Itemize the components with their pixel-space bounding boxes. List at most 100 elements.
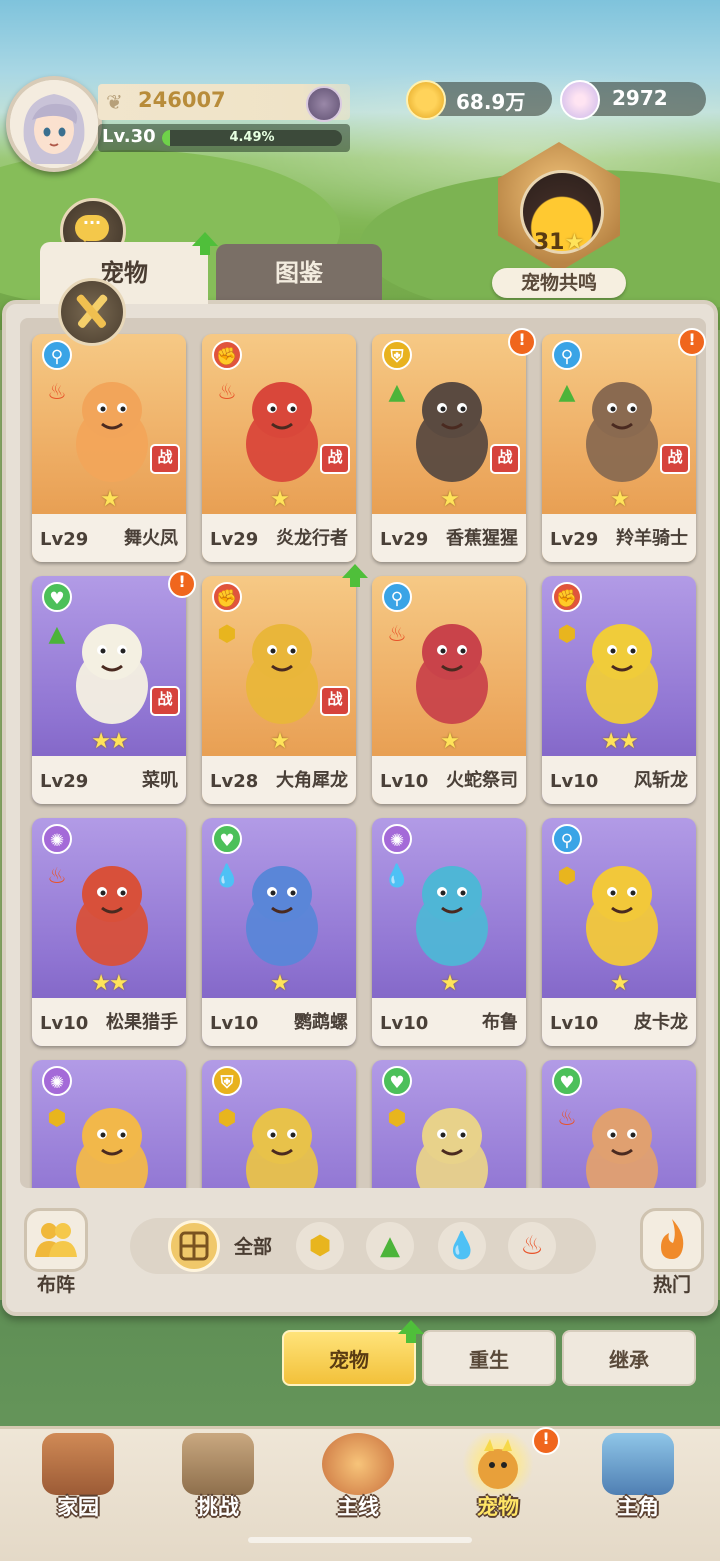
heal-class-icon: ♥ xyxy=(552,1066,582,1096)
pet-card[interactable]: ⚲ ♨ ★ Lv10 火蛇祭司 xyxy=(372,576,526,804)
grid-icon xyxy=(179,1231,209,1261)
pet-portrait xyxy=(402,844,502,970)
pet-card[interactable]: ♥ ▲ ★★ 战 Lv29 菜叽 xyxy=(32,576,186,804)
pet-grid[interactable]: ⚲ ♨ ★ 战 Lv29 舞火凤 ✊ ♨ ★ 战 Lv29 炎龙行者 ⛨ ▲ ★ 战 Lv29 香蕉猩猩! ⚲ ▲ ★ 战… xyxy=(20,318,706,1188)
pet-card[interactable]: ✺ ♨ ★★ Lv10 松果猎手 xyxy=(32,818,186,1046)
player-avatar[interactable] xyxy=(6,76,102,172)
pet-card[interactable]: ⛨ ⬢ xyxy=(202,1060,356,1188)
power-score-bar: ❦ 246007 xyxy=(98,84,350,122)
star-rating: ★ xyxy=(440,971,460,996)
pet-card[interactable]: ✊ ⬢ ★★ Lv10 风斩龙 xyxy=(542,576,696,804)
fire-element-icon: ♨ xyxy=(387,622,407,647)
filter-all-button[interactable] xyxy=(168,1220,220,1272)
pet-name: 炎龙行者 xyxy=(276,528,348,549)
pet-level: Lv10 xyxy=(380,771,429,792)
alert-icon: ! xyxy=(532,1427,560,1455)
water-element-icon: 💧 xyxy=(383,864,411,889)
filter-fire-button[interactable]: ♨ xyxy=(508,1222,556,1270)
team-icon xyxy=(35,1223,77,1257)
pet-card[interactable]: ✺ 💧 ★ Lv10 布鲁 xyxy=(372,818,526,1046)
crossed-swords-icon xyxy=(76,294,108,328)
pet-dragon-icon xyxy=(462,1433,534,1495)
avatar-portrait xyxy=(10,80,98,168)
shell-gem-icon xyxy=(560,80,600,120)
inherit-button[interactable]: 继承 xyxy=(562,1330,696,1386)
gold-amount: 68.9万 xyxy=(456,90,526,114)
pet-level: Lv10 xyxy=(550,1013,599,1034)
tab-pet-dex[interactable]: 图鉴 xyxy=(216,244,382,302)
pet-name: 舞火凤 xyxy=(124,528,178,549)
pet-portrait xyxy=(572,360,672,486)
popular-button[interactable] xyxy=(640,1208,704,1272)
pet-level: Lv29 xyxy=(40,529,89,550)
magic-class-icon: ✺ xyxy=(382,824,412,854)
nav-challenge[interactable]: 挑战 xyxy=(158,1427,278,1537)
filter-earth-button[interactable]: ⬢ xyxy=(296,1222,344,1270)
chat-dots-icon: ··· xyxy=(82,213,102,232)
pets-action-button[interactable]: 宠物 xyxy=(282,1330,416,1386)
nav-hero[interactable]: 主角 xyxy=(578,1427,698,1537)
pet-portrait xyxy=(62,360,162,486)
star-rating: ★★ xyxy=(91,729,128,754)
grass-element-icon: ▲ xyxy=(48,622,66,647)
pet-name: 大角犀龙 xyxy=(276,770,348,791)
flame-icon xyxy=(661,1219,684,1259)
crossed-swords-button[interactable] xyxy=(58,278,126,346)
water-element-icon: 💧 xyxy=(213,864,241,889)
star-rating: ★ xyxy=(440,487,460,512)
pet-portrait xyxy=(232,1086,332,1188)
pet-card[interactable]: ⛨ ▲ ★ 战 Lv29 香蕉猩猩 xyxy=(372,334,526,562)
in-battle-badge: 战 xyxy=(150,444,180,474)
element-filter-bar: 全部 ⬢ ▲ 💧 ♨ xyxy=(130,1218,596,1274)
pet-portrait xyxy=(572,1086,672,1188)
pet-card[interactable]: ♥ ♨ xyxy=(542,1060,696,1188)
earth-element-icon: ⬢ xyxy=(387,1106,407,1131)
pet-card-footer: Lv10 松果猎手 xyxy=(32,998,186,1046)
formation-button[interactable] xyxy=(24,1208,88,1272)
nav-home[interactable]: 家园 xyxy=(18,1427,138,1537)
pet-card[interactable]: ✊ ♨ ★ 战 Lv29 炎龙行者 xyxy=(202,334,356,562)
pet-card[interactable]: ✺ ⬢ xyxy=(32,1060,186,1188)
pet-card[interactable]: ♥ 💧 ★ Lv10 鹦鹉螺 xyxy=(202,818,356,1046)
nav-main-quest[interactable]: 主线 xyxy=(298,1427,418,1537)
earth-element-icon: ⬢ xyxy=(557,622,577,647)
pet-card[interactable]: ⚲ ▲ ★ 战 Lv29 羚羊骑士 xyxy=(542,334,696,562)
pet-portrait xyxy=(232,602,332,728)
fire-element-icon: ♨ xyxy=(557,1106,577,1131)
pet-card-footer: Lv28 大角犀龙 xyxy=(202,756,356,804)
power-class-icon: ✊ xyxy=(552,582,582,612)
alert-icon: ! xyxy=(678,328,706,356)
pet-portrait xyxy=(232,844,332,970)
pet-portrait xyxy=(62,602,162,728)
heal-class-icon: ♥ xyxy=(212,824,242,854)
fire-element-icon: ♨ xyxy=(47,864,67,889)
rebirth-button[interactable]: 重生 xyxy=(422,1330,556,1386)
pet-panel: ⚲ ♨ ★ 战 Lv29 舞火凤 ✊ ♨ ★ 战 Lv29 炎龙行者 ⛨ ▲ ★ 战 Lv29 香蕉猩猩! ⚲ ▲ ★ 战… xyxy=(2,300,718,1316)
pet-card[interactable]: ⚲ ⬢ ★ Lv10 皮卡龙 xyxy=(542,818,696,1046)
xp-progress-bar: 4.49% xyxy=(162,130,342,146)
pet-portrait xyxy=(572,602,672,728)
gold-currency[interactable]: 68.9万 xyxy=(406,80,552,120)
pet-card[interactable]: ⚲ ♨ ★ 战 Lv29 舞火凤 xyxy=(32,334,186,562)
in-battle-badge: 战 xyxy=(320,444,350,474)
popular-label: 热门 xyxy=(652,1274,691,1296)
filter-water-button[interactable]: 💧 xyxy=(438,1222,486,1270)
pet-resonance-button[interactable]: 31★ 宠物共鸣 xyxy=(488,142,630,302)
gem-currency[interactable]: 2972 xyxy=(560,80,706,120)
meat-house-icon xyxy=(42,1433,114,1495)
rank-badge-icon[interactable] xyxy=(306,86,342,122)
pet-card[interactable]: ✊ ⬢ ★ 战 Lv28 大角犀龙 xyxy=(202,576,356,804)
power-score-value: 246007 xyxy=(138,88,226,112)
pet-card-footer: Lv10 风斩龙 xyxy=(542,756,696,804)
pet-level: Lv29 xyxy=(380,529,429,550)
pet-level: Lv29 xyxy=(550,529,599,550)
defense-class-icon: ⛨ xyxy=(212,1066,242,1096)
pet-level: Lv10 xyxy=(380,1013,429,1034)
pet-level: Lv10 xyxy=(40,1013,89,1034)
pet-card-footer: Lv10 布鲁 xyxy=(372,998,526,1046)
pet-card[interactable]: ♥ ⬢ xyxy=(372,1060,526,1188)
nav-pets[interactable]: 宠物 ! xyxy=(438,1427,560,1537)
filter-grass-button[interactable]: ▲ xyxy=(366,1222,414,1270)
magic-class-icon: ✺ xyxy=(42,824,72,854)
magic-class-icon: ✺ xyxy=(42,1066,72,1096)
